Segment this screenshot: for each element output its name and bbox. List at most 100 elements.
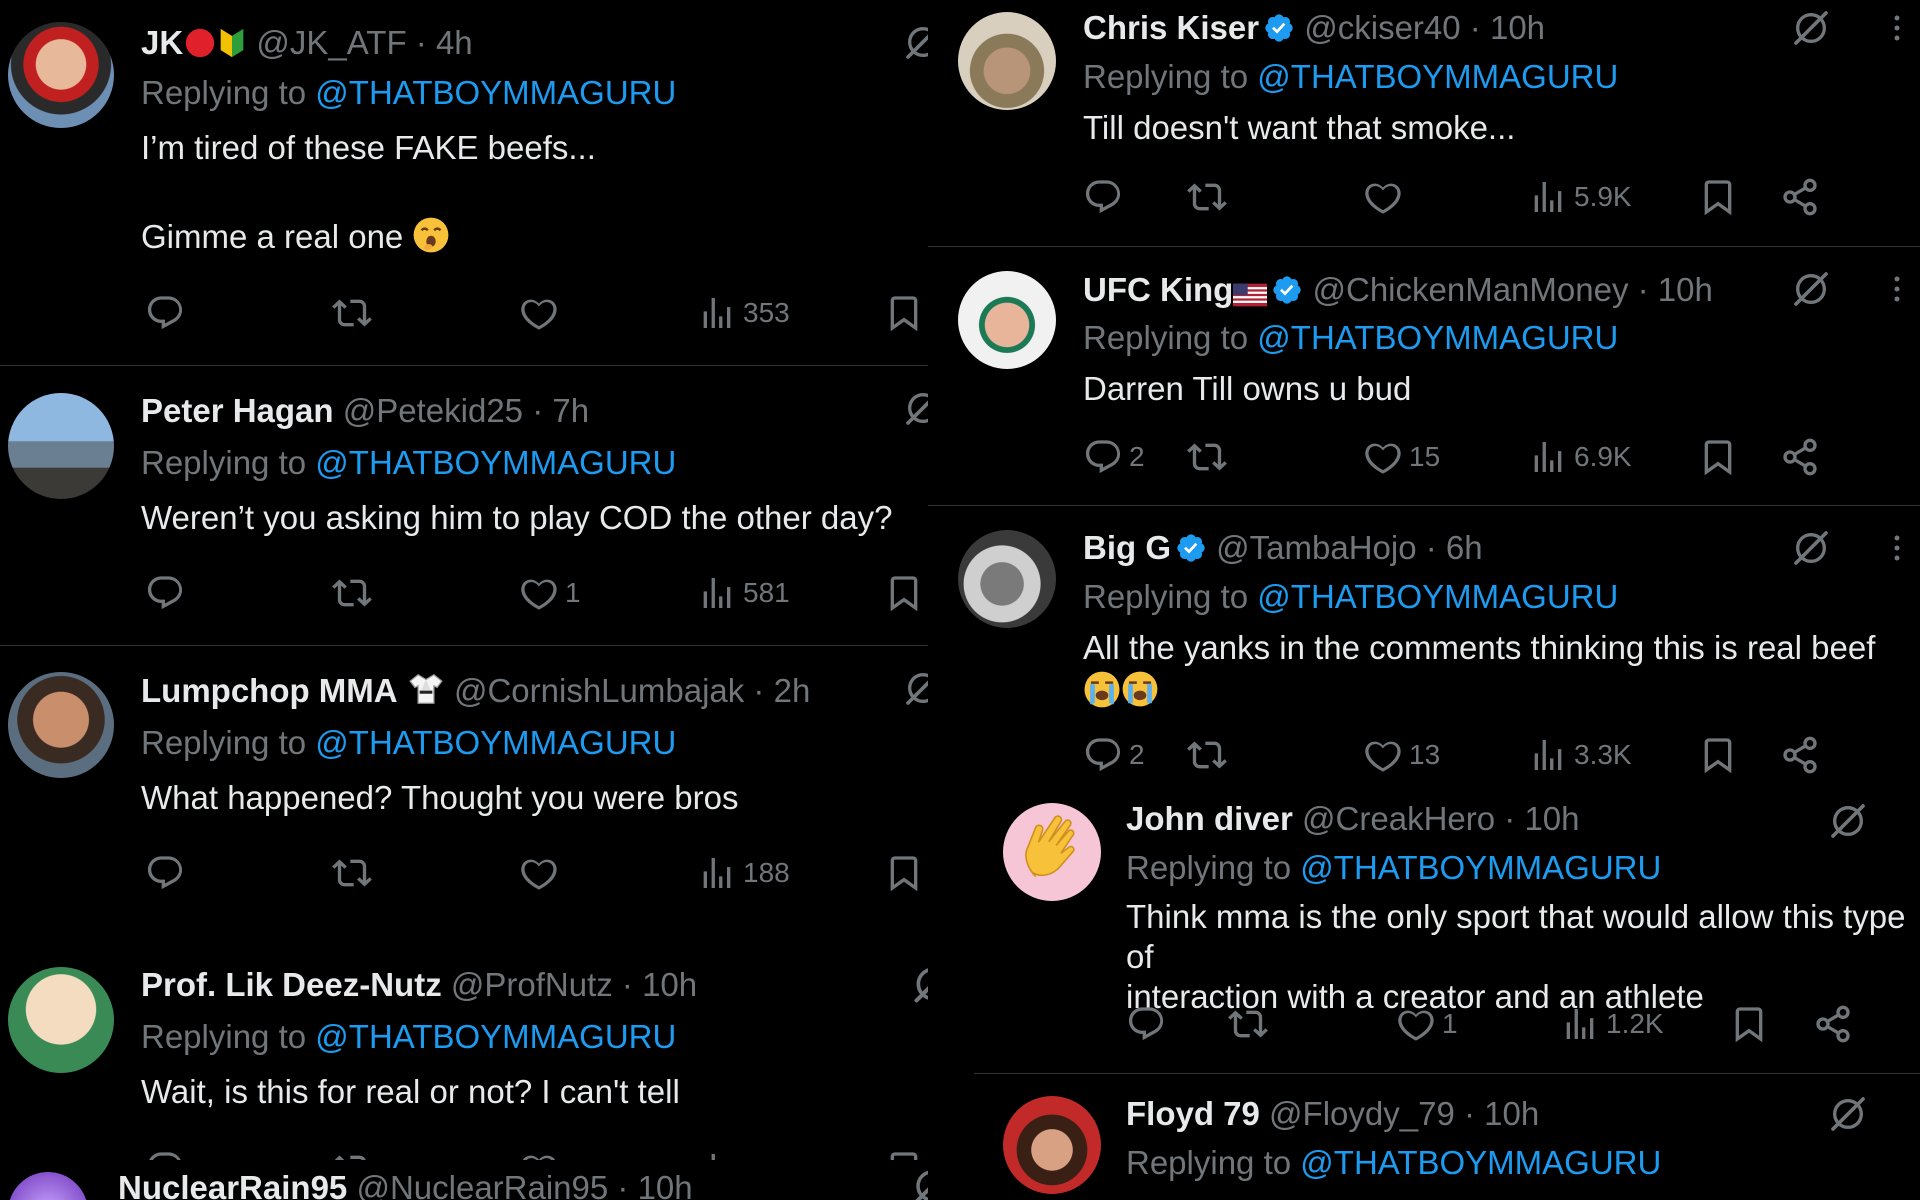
reply-tweet[interactable]: John diver @CreakHero · 10h Replying to … xyxy=(928,781,1920,1073)
grok-icon[interactable] xyxy=(903,22,928,67)
display-name[interactable]: Lumpchop MMA xyxy=(141,672,398,709)
avatar[interactable] xyxy=(8,1172,88,1200)
views-button[interactable]: 5.9K xyxy=(1528,172,1632,222)
timestamp[interactable]: 2h xyxy=(774,672,811,709)
handle[interactable]: @ProfNutz xyxy=(451,966,613,1003)
like-button[interactable]: 15 xyxy=(1363,432,1440,482)
timestamp[interactable]: 10h xyxy=(1484,1095,1539,1132)
like-button[interactable]: 1 xyxy=(1396,999,1458,1049)
views-button[interactable]: 1.2K xyxy=(1560,999,1664,1049)
mention-link[interactable]: @THATBOYMMAGURU xyxy=(315,74,676,111)
bookmark-button[interactable] xyxy=(884,568,924,618)
display-name[interactable]: John diver xyxy=(1126,800,1293,837)
more-icon[interactable] xyxy=(1882,530,1912,571)
grok-icon[interactable] xyxy=(1828,801,1868,846)
avatar[interactable] xyxy=(958,271,1056,369)
retweet-button[interactable] xyxy=(332,568,378,618)
mention-link[interactable]: @THATBOYMMAGURU xyxy=(1257,578,1618,615)
avatar[interactable] xyxy=(8,393,114,499)
retweet-button[interactable] xyxy=(332,1144,372,1160)
reply-button[interactable] xyxy=(145,288,191,338)
reply-tweet[interactable]: Chris Kiser @ckiser40 · 10h Replying to … xyxy=(928,0,1920,246)
reply-button[interactable] xyxy=(1126,999,1172,1049)
avatar[interactable] xyxy=(1003,1096,1101,1194)
reply-tweet[interactable]: Floyd 79 @Floydy_79 · 10h Replying to @T… xyxy=(928,1074,1920,1200)
bookmark-button[interactable] xyxy=(884,848,924,898)
display-name[interactable]: NuclearRain95 xyxy=(118,1169,347,1200)
handle[interactable]: @Petekid25 xyxy=(343,392,523,429)
handle[interactable]: @NuclearRain95 xyxy=(356,1169,608,1200)
handle[interactable]: @ckiser40 xyxy=(1304,9,1460,46)
mention-link[interactable]: @THATBOYMMAGURU xyxy=(315,1018,676,1055)
grok-icon[interactable] xyxy=(903,388,928,433)
display-name[interactable]: Peter Hagan xyxy=(141,392,334,429)
retweet-button[interactable] xyxy=(332,848,378,898)
display-name[interactable]: JK xyxy=(141,24,183,61)
bookmark-button[interactable] xyxy=(1698,730,1738,780)
avatar[interactable] xyxy=(958,12,1056,110)
reply-tweet[interactable]: NuclearRain95 @NuclearRain95 · 10h xyxy=(0,1160,928,1200)
display-name[interactable]: Prof. Lik Deez-Nutz xyxy=(141,966,442,1003)
timestamp[interactable]: 4h xyxy=(436,24,473,61)
mention-link[interactable]: @THATBOYMMAGURU xyxy=(1300,849,1661,886)
avatar[interactable] xyxy=(8,672,114,778)
mention-link[interactable]: @THATBOYMMAGURU xyxy=(1257,319,1618,356)
display-name[interactable]: Chris Kiser xyxy=(1083,9,1259,46)
views-button[interactable]: 188 xyxy=(697,848,790,898)
bookmark-button[interactable] xyxy=(1698,432,1738,482)
retweet-button[interactable] xyxy=(1187,432,1233,482)
more-icon[interactable] xyxy=(1882,271,1912,312)
views-button[interactable]: 581 xyxy=(697,568,790,618)
display-name[interactable]: UFC King xyxy=(1083,271,1233,308)
display-name[interactable]: Big G xyxy=(1083,529,1171,566)
reply-button[interactable] xyxy=(145,848,191,898)
reply-tweet[interactable]: UFC King @ChickenManMoney · 10h Replying… xyxy=(928,247,1920,505)
retweet-button[interactable] xyxy=(332,288,378,338)
like-button[interactable] xyxy=(519,1144,559,1160)
reply-button[interactable] xyxy=(1083,172,1129,222)
views-button[interactable]: 6.9K xyxy=(1528,432,1632,482)
mention-link[interactable]: @THATBOYMMAGURU xyxy=(1257,58,1618,95)
timestamp[interactable]: 10h xyxy=(638,1169,693,1200)
retweet-button[interactable] xyxy=(1187,172,1233,222)
grok-icon[interactable] xyxy=(911,962,928,1011)
bookmark-button[interactable] xyxy=(1698,172,1738,222)
handle[interactable]: @JK_ATF xyxy=(256,24,406,61)
grok-icon[interactable] xyxy=(1791,528,1831,573)
views-button[interactable]: 353 xyxy=(697,288,790,338)
share-button[interactable] xyxy=(1780,432,1820,482)
like-button[interactable] xyxy=(1363,172,1409,222)
views-button[interactable]: 3.3K xyxy=(1528,730,1632,780)
reply-button[interactable] xyxy=(145,1144,185,1160)
reply-tweet[interactable]: Lumpchop MMA @CornishLumbajak · 2h Reply… xyxy=(0,646,928,936)
retweet-button[interactable] xyxy=(1228,999,1274,1049)
handle[interactable]: @Floydy_79 xyxy=(1269,1095,1455,1132)
display-name[interactable]: Floyd 79 xyxy=(1126,1095,1260,1132)
grok-icon[interactable] xyxy=(911,1165,928,1200)
like-button[interactable] xyxy=(519,848,565,898)
avatar[interactable] xyxy=(1003,803,1101,901)
grok-icon[interactable] xyxy=(1791,8,1831,53)
timestamp[interactable]: 10h xyxy=(1524,800,1579,837)
reply-button[interactable]: 2 xyxy=(1083,432,1145,482)
share-button[interactable] xyxy=(1813,999,1853,1049)
bookmark-button[interactable] xyxy=(1729,999,1769,1049)
reply-tweet[interactable]: Prof. Lik Deez-Nutz @ProfNutz · 10h Repl… xyxy=(0,936,928,1160)
reply-button[interactable] xyxy=(145,568,191,618)
bookmark-button[interactable] xyxy=(884,1144,924,1160)
handle[interactable]: @CreakHero xyxy=(1302,800,1495,837)
reply-tweet[interactable]: JK @JK_ATF · 4h Replying to @THATBOYMMAG… xyxy=(0,0,928,365)
share-button[interactable] xyxy=(1780,172,1820,222)
mention-link[interactable]: @THATBOYMMAGURU xyxy=(1300,1144,1661,1181)
more-icon[interactable] xyxy=(1882,10,1912,51)
retweet-button[interactable] xyxy=(1187,730,1233,780)
grok-icon[interactable] xyxy=(903,668,928,713)
like-button[interactable] xyxy=(519,288,565,338)
handle[interactable]: @CornishLumbajak xyxy=(454,672,744,709)
timestamp[interactable]: 6h xyxy=(1446,529,1483,566)
mention-link[interactable]: @THATBOYMMAGURU xyxy=(315,724,676,761)
reply-button[interactable]: 2 xyxy=(1083,730,1145,780)
views-button[interactable] xyxy=(697,1144,737,1160)
timestamp[interactable]: 10h xyxy=(1658,271,1713,308)
handle[interactable]: @ChickenManMoney xyxy=(1312,271,1628,308)
